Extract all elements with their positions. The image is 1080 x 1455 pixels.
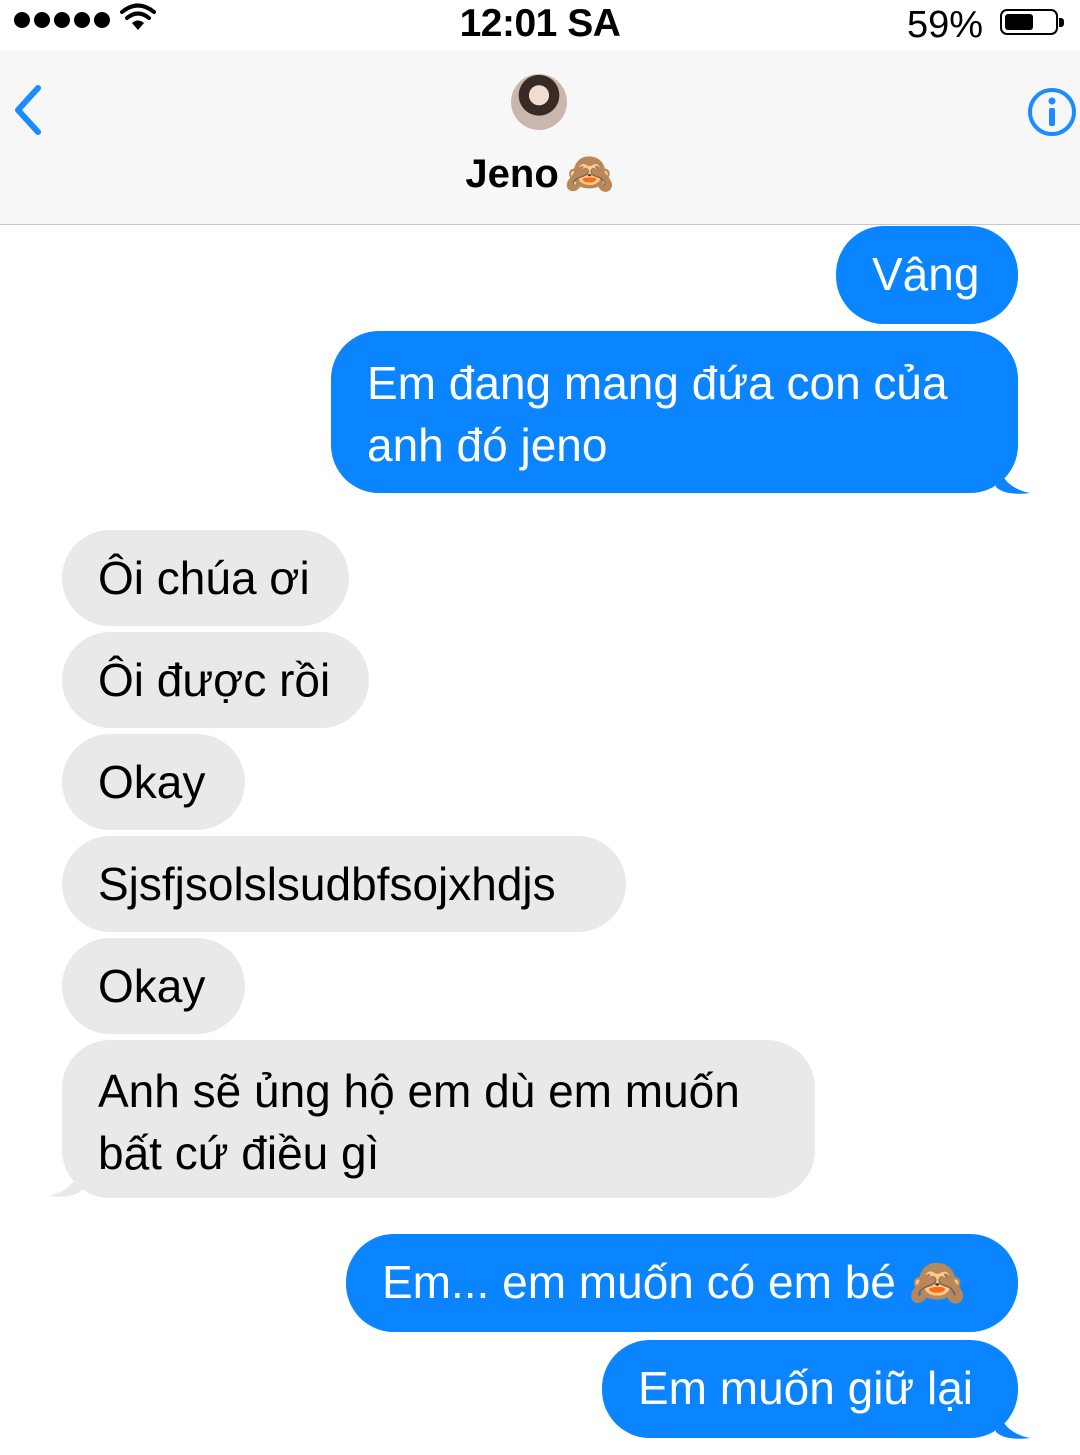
battery-icon (1000, 9, 1064, 35)
info-icon[interactable] (1026, 86, 1078, 138)
message-text-line2: bất cứ điều gì (98, 1127, 380, 1179)
contact-title[interactable]: Jeno 🙈 (0, 150, 1080, 197)
message-bubble-received[interactable]: Sjsfjsolslsudbfsojxhdjs (62, 836, 626, 932)
see-no-evil-monkey-icon: 🙈 (908, 1255, 966, 1309)
message-text: Em muốn giữ lại (638, 1362, 974, 1414)
message-text: Em đang mang đứa con của (367, 357, 948, 409)
message-text: Vâng (872, 248, 980, 300)
message-text: Anh sẽ ủng hộ em dù em muốn (98, 1065, 740, 1117)
message-bubble-received[interactable]: Ôi chúa ơi (62, 530, 349, 626)
see-no-evil-monkey-icon: 🙈 (564, 151, 615, 197)
bubble-tail (996, 1400, 1030, 1439)
message-bubble-sent[interactable]: Em... em muốn có em bé 🙈 (346, 1234, 1018, 1332)
bubble-tail (48, 1158, 82, 1197)
message-bubble-received[interactable]: Anh sẽ ủng hộ em dù em muốn bất cứ điều … (62, 1040, 815, 1198)
status-bar: 12:01 SA 59% (0, 0, 1080, 50)
message-text: Okay (98, 960, 206, 1012)
message-text: Ôi chúa ơi (98, 552, 310, 604)
message-bubble-received[interactable]: Okay (62, 734, 245, 830)
message-text: Ôi được rồi (98, 654, 331, 706)
conversation-header: Jeno 🙈 (0, 50, 1080, 225)
message-text: Okay (98, 756, 206, 808)
bubble-tail (996, 455, 1030, 494)
message-bubble-received[interactable]: Ôi được rồi (62, 632, 369, 728)
message-bubble-sent[interactable]: Em muốn giữ lại (602, 1340, 1018, 1438)
message-text: Sjsfjsolslsudbfsojxhdjs (98, 858, 556, 910)
battery-percent: 59% (906, 4, 983, 46)
message-bubble-sent[interactable]: Em đang mang đứa con của anh đó jeno (331, 331, 1018, 493)
message-text: Em... em muốn có em bé (382, 1256, 896, 1308)
message-bubble-sent[interactable]: Vâng (836, 226, 1018, 324)
message-bubble-received[interactable]: Okay (62, 938, 245, 1034)
back-chevron-icon[interactable] (8, 80, 48, 140)
message-text-line2: anh đó jeno (367, 419, 608, 471)
contact-name: Jeno (465, 152, 559, 196)
contact-avatar[interactable] (511, 74, 567, 130)
